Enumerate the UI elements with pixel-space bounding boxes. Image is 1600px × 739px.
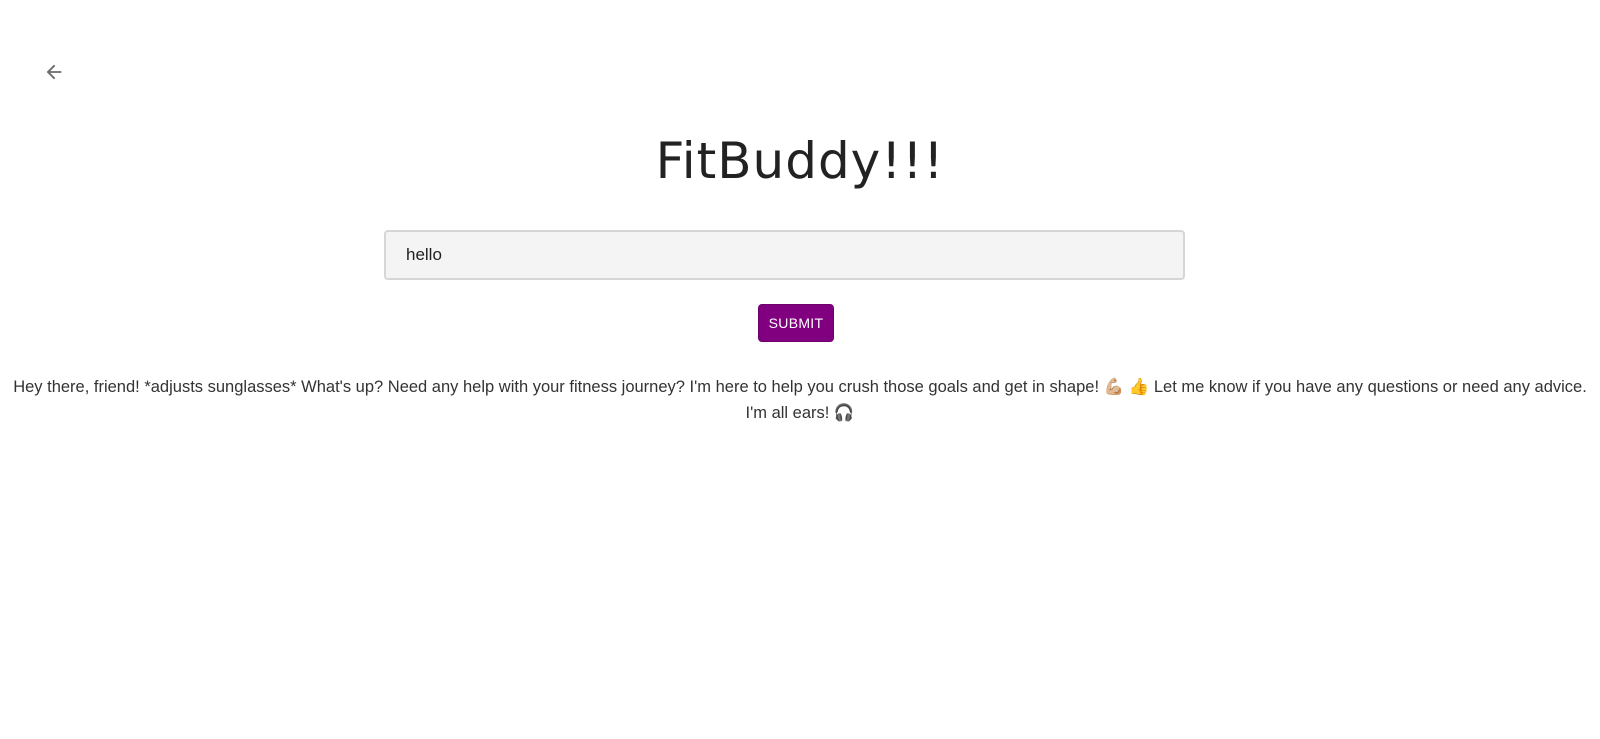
arrow-left-icon xyxy=(46,64,62,80)
back-button[interactable] xyxy=(38,56,70,88)
response-text: Hey there, friend! *adjusts sunglasses* … xyxy=(13,378,1587,422)
message-input[interactable] xyxy=(386,232,1183,278)
page: FitBuddy!!! SUBMIT Hey there, friend! *a… xyxy=(0,0,1600,739)
app-title: FitBuddy!!! xyxy=(655,132,945,190)
message-input-container xyxy=(384,230,1185,280)
submit-button[interactable]: SUBMIT xyxy=(758,304,834,342)
